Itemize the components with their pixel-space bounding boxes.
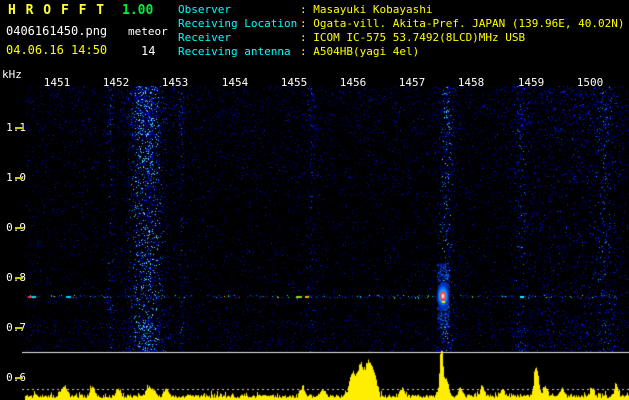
info-label: Observer <box>178 3 231 16</box>
output-filename: 0406161450.png <box>6 24 108 38</box>
x-tick-label: 1456 <box>339 76 367 89</box>
x-tick-label: 1454 <box>221 76 249 89</box>
x-tick-label: 1500 <box>576 76 604 89</box>
info-value: : Masayuki Kobayashi <box>300 3 433 16</box>
x-tick-label: 1455 <box>280 76 308 89</box>
y-tick-mark <box>15 127 23 129</box>
info-row: Receiving antenna : A504HB(yagi 4el) <box>178 45 419 58</box>
app-version: 1.00 <box>122 3 154 18</box>
x-tick-label: 1459 <box>517 76 545 89</box>
info-value: : ICOM IC-575 53.7492(8LCD)MHz USB <box>300 31 526 44</box>
info-label: Receiving antenna <box>178 45 291 58</box>
info-row: Observer : Masayuki Kobayashi <box>178 3 432 16</box>
mode-label: meteor <box>128 25 168 38</box>
info-row: Receiving Location: Ogata-vill. Akita-Pr… <box>178 17 625 30</box>
y-axis-unit: kHz <box>2 68 22 81</box>
y-tick-mark <box>15 227 23 229</box>
x-tick-label: 1453 <box>161 76 189 89</box>
info-value: : Ogata-vill. Akita-Pref. JAPAN (139.96E… <box>300 17 625 30</box>
y-tick-mark <box>15 177 23 179</box>
x-tick-label: 1451 <box>43 76 71 89</box>
y-tick-mark <box>15 327 23 329</box>
y-tick-mark <box>15 377 23 379</box>
x-tick-label: 1458 <box>457 76 485 89</box>
info-label: Receiving Location <box>178 17 298 30</box>
datetime-label: 04.06.16 14:50 <box>6 43 108 57</box>
echo-count: 14 <box>141 44 156 58</box>
info-row: Receiver : ICOM IC-575 53.7492(8LCD)MHz U… <box>178 31 525 44</box>
info-label: Receiver <box>178 31 231 44</box>
info-value: : A504HB(yagi 4el) <box>300 45 420 58</box>
y-tick-mark <box>15 277 23 279</box>
x-tick-label: 1457 <box>398 76 426 89</box>
spectrogram-canvas <box>22 86 629 400</box>
x-tick-label: 1452 <box>102 76 130 89</box>
app-title: H R O F F T <box>8 3 106 18</box>
hrofft-window: H R O F F T 1.00 0406161450.png meteor 0… <box>0 0 629 400</box>
